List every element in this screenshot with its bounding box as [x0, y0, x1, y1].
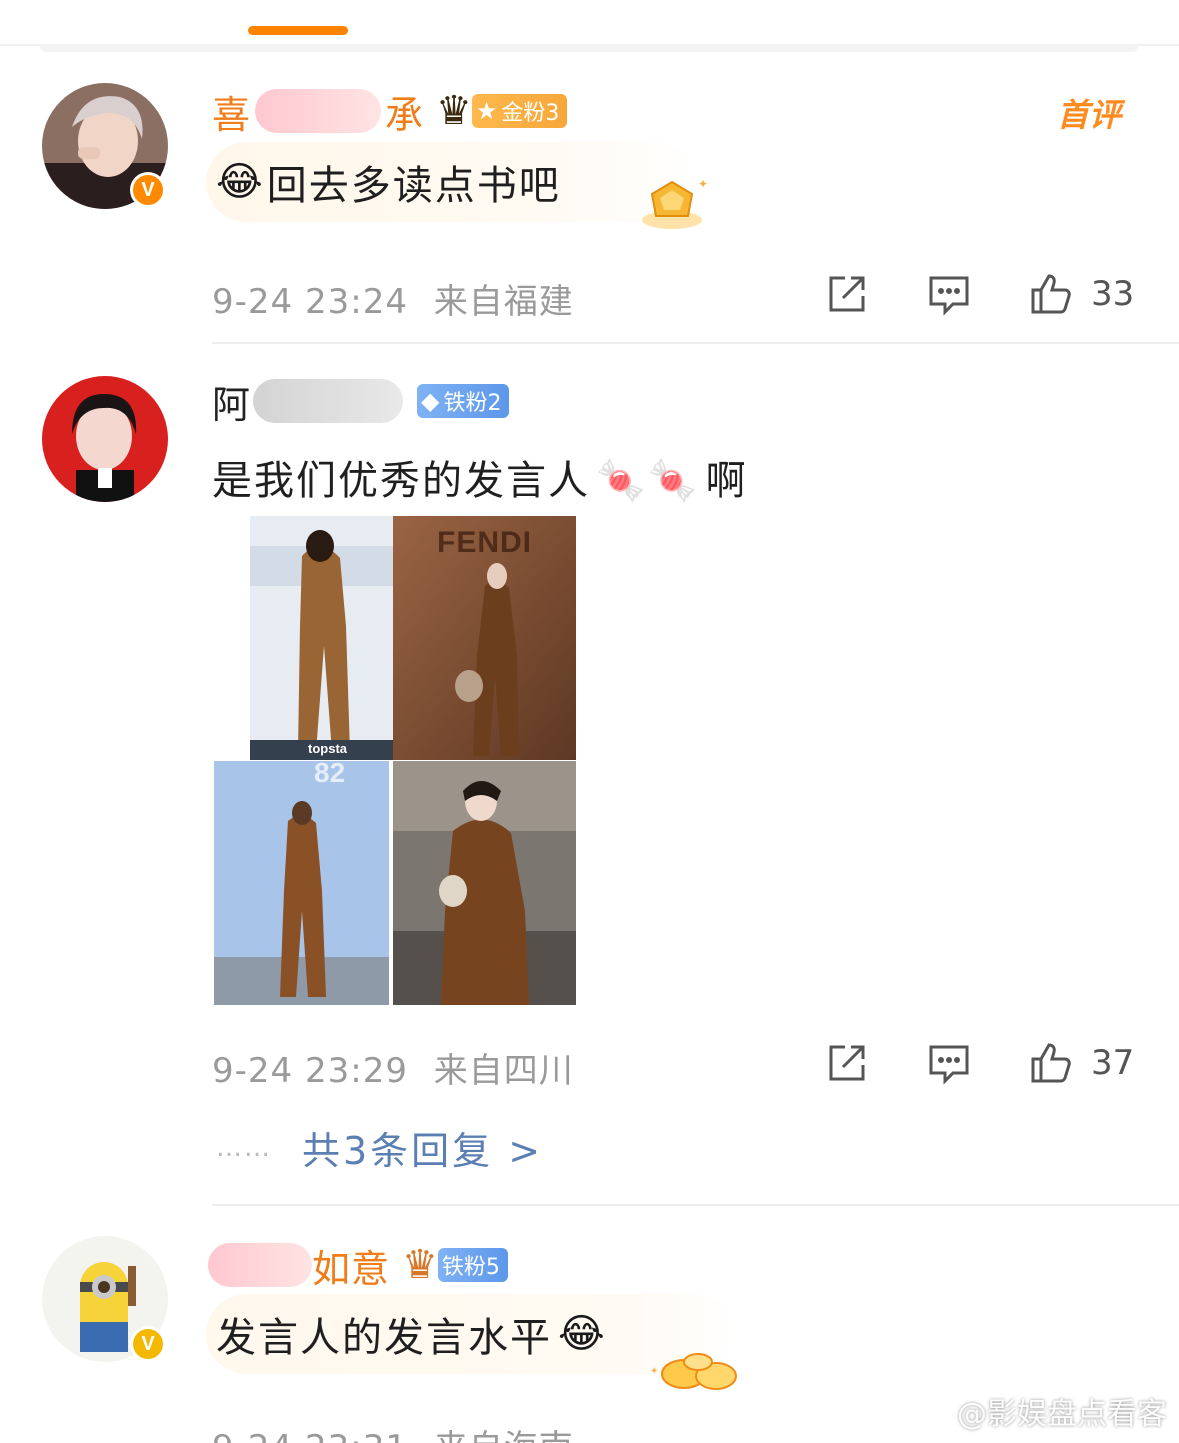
comment-bubble: 😂 回去多读点书吧: [206, 142, 696, 222]
view-replies-link[interactable]: 共3条回复 >: [302, 1120, 543, 1175]
tab-bar: [0, 0, 1179, 46]
fan-badge-label: 铁粉5: [441, 1255, 500, 1280]
share-icon[interactable]: [825, 1041, 869, 1085]
gold-coins-icon: ✦: [650, 1353, 737, 1390]
laugh-cry-emoji-icon: 😂: [558, 1311, 605, 1357]
comment-image[interactable]: 82: [214, 761, 389, 1005]
username-start[interactable]: 阿: [212, 374, 251, 429]
comment-text-row: 是我们优秀的发言人 🍬🍬 啊: [212, 448, 748, 506]
fan-badge[interactable]: 铁粉5: [437, 1248, 508, 1282]
image-grid: topsta FENDI 82: [214, 516, 576, 1005]
laugh-cry-emoji-icon: 😂: [216, 159, 263, 205]
comment-text: 回去多读点书吧: [266, 163, 561, 209]
view-replies[interactable]: …… 共3条回复 >: [216, 1120, 543, 1175]
like-thumb-icon[interactable]: [1029, 272, 1073, 316]
redacted-name-blur: [208, 1243, 312, 1287]
share-icon[interactable]: [825, 272, 869, 316]
username-row[interactable]: 阿 ◆ 铁粉2: [212, 374, 510, 429]
comment-text: 是我们优秀的发言人: [212, 458, 590, 504]
crown-icon: ♛: [402, 1242, 438, 1288]
comment-meta: 9-24 23:31 来自海南: [212, 1420, 574, 1443]
comment-meta: 9-24 23:29 来自四川: [212, 1043, 574, 1092]
comment-image[interactable]: FENDI: [393, 516, 576, 760]
username-end[interactable]: 如意: [312, 1238, 390, 1293]
fan-badge-label: 铁粉2: [443, 391, 502, 416]
comment-location: 来自海南: [434, 1428, 574, 1443]
comment-divider: [212, 342, 1179, 344]
comment-divider: [212, 1204, 1179, 1206]
verified-badge-icon: V: [130, 1326, 166, 1362]
image-caption: 82: [314, 761, 346, 788]
like-thumb-icon[interactable]: [1029, 1041, 1073, 1085]
svg-text:✦: ✦: [650, 1366, 658, 1377]
weibo-logo-icon: [912, 1397, 947, 1426]
comment-location: 来自四川: [433, 1051, 574, 1091]
redacted-name-blur: [253, 379, 404, 423]
comment-meta: 9-24 23:24 来自福建: [212, 274, 574, 323]
fan-level-icon: ★: [475, 97, 498, 125]
comment-image[interactable]: [393, 761, 576, 1005]
comment-text-tail: 啊: [705, 458, 748, 504]
fan-badge[interactable]: ◆ 铁粉2: [417, 384, 510, 418]
verified-badge-icon: V: [130, 172, 166, 208]
redacted-name-blur: [255, 89, 382, 133]
username-row[interactable]: 如意 ♛ 铁粉5: [208, 1238, 508, 1293]
candy-emoji-icon: 🍬🍬: [596, 458, 700, 504]
comment-icon[interactable]: [927, 272, 971, 316]
username-row[interactable]: 喜 承 ♛ ★ 金粉3: [212, 84, 568, 139]
avatar[interactable]: [42, 376, 168, 502]
image-caption: FENDI: [437, 526, 532, 559]
comment-location: 来自福建: [433, 282, 574, 322]
comment-actions: 37: [767, 1041, 1135, 1085]
comment-time: 9-24 23:31: [212, 1428, 408, 1443]
replies-dots: ……: [216, 1132, 272, 1163]
comment-time: 9-24 23:29: [212, 1051, 408, 1091]
comment-text: 发言人的发言水平: [216, 1315, 552, 1361]
watermark-text: @影娱盘点看客: [957, 1397, 1167, 1432]
fan-badge[interactable]: ★ 金粉3: [471, 94, 568, 128]
like-count: 33: [1091, 274, 1135, 314]
comment-icon[interactable]: [927, 1041, 971, 1085]
active-tab-indicator: [248, 26, 348, 35]
tab-bar-shadow: [40, 44, 1138, 52]
comment-image[interactable]: topsta: [250, 516, 398, 760]
username-end[interactable]: 承: [385, 84, 424, 139]
crown-icon: ♛: [436, 88, 472, 134]
comment-time: 9-24 23:24: [212, 282, 408, 322]
diamond-icon: ◆: [421, 387, 440, 415]
weibo-watermark: @影娱盘点看客: [911, 1389, 1167, 1433]
username-start[interactable]: 喜: [212, 84, 251, 139]
first-comment-tag: 首评: [1056, 96, 1121, 134]
gem-badge-icon: ✦: [642, 177, 708, 229]
image-caption: topsta: [308, 741, 347, 756]
comment-actions: 33: [767, 272, 1135, 316]
like-count: 37: [1091, 1043, 1135, 1083]
fan-badge-label: 金粉3: [501, 101, 560, 126]
svg-text:✦: ✦: [698, 177, 708, 191]
